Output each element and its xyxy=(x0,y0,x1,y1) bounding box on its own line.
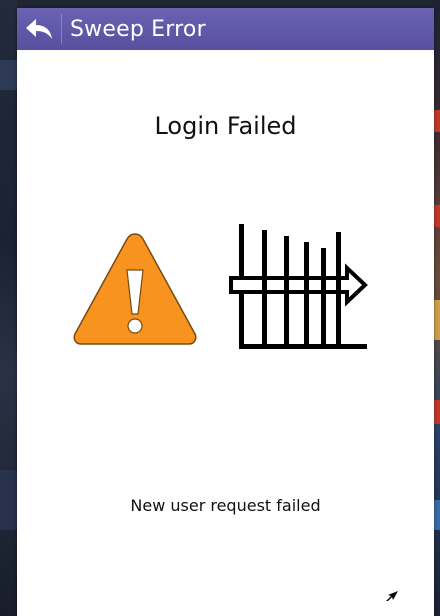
sweep-error-dialog: Sweep Error Login Failed New user reques… xyxy=(17,8,434,616)
dialog-title: Sweep Error xyxy=(70,16,206,42)
dialog-titlebar: Sweep Error xyxy=(17,8,434,50)
background-fragment xyxy=(434,300,440,340)
background-fragment xyxy=(434,400,440,424)
titlebar-divider xyxy=(61,14,62,44)
error-heading: Login Failed xyxy=(154,112,297,140)
background-fragment xyxy=(0,470,17,530)
back-button[interactable] xyxy=(17,8,61,50)
back-arrow-icon xyxy=(26,19,52,39)
background-fragment xyxy=(434,110,440,132)
background-fragment xyxy=(434,205,440,227)
background-fragment xyxy=(0,60,17,90)
background-app-left-strip xyxy=(0,0,17,616)
mouse-cursor-icon xyxy=(386,591,398,601)
background-fragment xyxy=(434,500,440,530)
sweep-fence-icon xyxy=(229,224,368,349)
background-app-right-strip xyxy=(434,0,440,616)
error-message: New user request failed xyxy=(130,496,321,515)
warning-icon xyxy=(73,233,197,345)
